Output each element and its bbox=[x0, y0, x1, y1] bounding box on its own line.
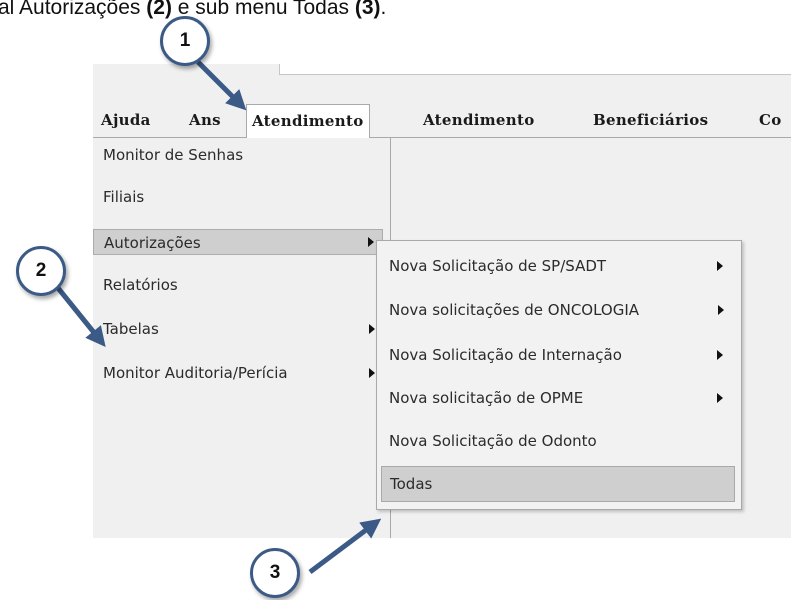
arrow-to-autorizacoes bbox=[56, 286, 106, 348]
callout-1: 1 bbox=[160, 16, 210, 66]
annotation-arrows bbox=[56, 60, 382, 574]
callout-3: 3 bbox=[250, 548, 300, 598]
arrow-to-todas bbox=[308, 518, 382, 574]
arrow-to-atendimento bbox=[196, 60, 247, 111]
callout-2: 2 bbox=[16, 246, 66, 296]
